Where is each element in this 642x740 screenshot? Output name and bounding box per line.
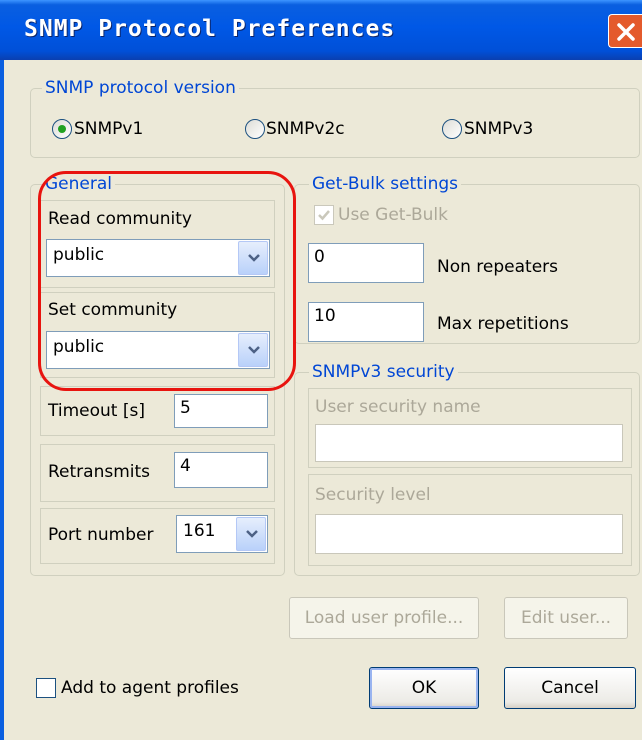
read-community-value: public — [53, 245, 105, 265]
version-group-legend: SNMP protocol version — [42, 78, 239, 98]
ok-button-label: OK — [411, 678, 437, 698]
snmpv3-security-group-legend: SNMPv3 security — [309, 362, 458, 382]
window-title: SNMP Protocol Preferences — [24, 16, 396, 42]
port-number-combo[interactable]: 161 — [176, 515, 268, 553]
port-number-dropdown-button[interactable] — [236, 517, 266, 551]
set-community-label: Set community — [48, 300, 178, 320]
set-community-combo[interactable]: public — [46, 331, 270, 369]
user-security-name-label: User security name — [315, 397, 481, 417]
close-icon — [617, 23, 635, 41]
set-community-dropdown-button[interactable] — [238, 333, 268, 367]
user-security-name-input[interactable] — [315, 424, 623, 462]
timeout-input[interactable]: 5 — [174, 394, 268, 428]
add-to-agent-profiles-checkbox[interactable] — [36, 678, 56, 698]
radio-snmpv2c[interactable] — [245, 119, 265, 139]
non-repeaters-label: Non repeaters — [437, 257, 559, 277]
cancel-button[interactable]: Cancel — [504, 667, 636, 709]
load-user-profile-button-label: Load user profile... — [304, 608, 464, 628]
edit-user-button[interactable]: Edit user... — [504, 597, 628, 639]
read-community-combo[interactable]: public — [46, 239, 270, 277]
radio-selected-dot — [58, 125, 66, 133]
edit-user-button-label: Edit user... — [520, 608, 612, 628]
port-number-label: Port number — [48, 525, 154, 545]
chevron-down-icon — [246, 530, 258, 538]
timeout-label: Timeout [s] — [48, 401, 145, 421]
security-level-label: Security level — [315, 485, 431, 505]
close-button[interactable] — [608, 14, 642, 48]
chevron-down-icon — [248, 346, 260, 354]
retransmits-label: Retransmits — [48, 462, 151, 482]
general-group-legend: General — [42, 174, 115, 194]
chevron-down-icon — [248, 254, 260, 262]
max-repetitions-input[interactable]: 10 — [308, 302, 424, 342]
use-getbulk-checkbox[interactable] — [314, 205, 334, 225]
security-level-input[interactable] — [315, 514, 623, 554]
title-bar[interactable]: SNMP Protocol Preferences — [0, 0, 642, 60]
radio-snmpv3-label[interactable]: SNMPv3 — [464, 118, 533, 140]
ok-button[interactable]: OK — [369, 667, 479, 709]
max-repetitions-label: Max repetitions — [437, 314, 569, 334]
use-getbulk-label: Use Get-Bulk — [338, 205, 448, 225]
add-to-agent-profiles-label[interactable]: Add to agent profiles — [61, 677, 239, 699]
radio-snmpv2c-label[interactable]: SNMPv2c — [266, 118, 345, 140]
radio-snmpv3[interactable] — [442, 119, 462, 139]
set-community-value: public — [53, 337, 105, 357]
non-repeaters-input[interactable]: 0 — [308, 243, 424, 283]
port-number-value: 161 — [183, 521, 216, 541]
radio-snmpv1[interactable] — [52, 119, 72, 139]
radio-snmpv1-label[interactable]: SNMPv1 — [74, 118, 143, 140]
checkmark-icon — [318, 210, 330, 221]
read-community-label: Read community — [48, 209, 192, 229]
cancel-button-label: Cancel — [541, 678, 599, 698]
window-border — [0, 60, 4, 740]
dialog-window: SNMP Protocol Preferences SNMP protocol … — [0, 0, 642, 740]
read-community-dropdown-button[interactable] — [238, 241, 268, 275]
retransmits-input[interactable]: 4 — [174, 452, 268, 488]
load-user-profile-button[interactable]: Load user profile... — [289, 597, 479, 639]
getbulk-group-legend: Get-Bulk settings — [309, 174, 462, 194]
